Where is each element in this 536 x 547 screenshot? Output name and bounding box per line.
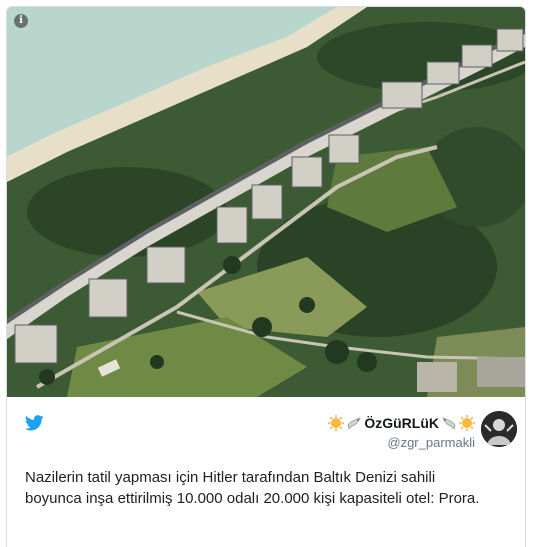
dove-emoji-icon <box>442 417 456 430</box>
sun-emoji-icon <box>459 415 475 431</box>
avatar-image <box>481 411 517 447</box>
tweet-text: Nazilerin tatil yapması için Hitler tara… <box>25 469 480 507</box>
avatar[interactable] <box>481 411 517 447</box>
author-display-name[interactable]: ÖzGüRLüK <box>328 415 475 431</box>
tweet-author[interactable]: ÖzGüRLüK @zgr_parmakli <box>328 415 475 450</box>
dove-emoji-icon <box>347 417 362 430</box>
info-icon[interactable]: i <box>14 14 28 28</box>
sun-emoji-icon <box>328 415 345 431</box>
author-handle[interactable]: @zgr_parmakli <box>328 435 475 450</box>
tweet-card[interactable]: i ÖzGüRLüK @zgr_parmakli Nazilerin tatil… <box>6 6 526 547</box>
tweet-photo[interactable] <box>7 7 525 397</box>
author-name-text: ÖzGüRLüK <box>364 415 439 431</box>
twitter-bird-icon[interactable] <box>25 415 44 431</box>
